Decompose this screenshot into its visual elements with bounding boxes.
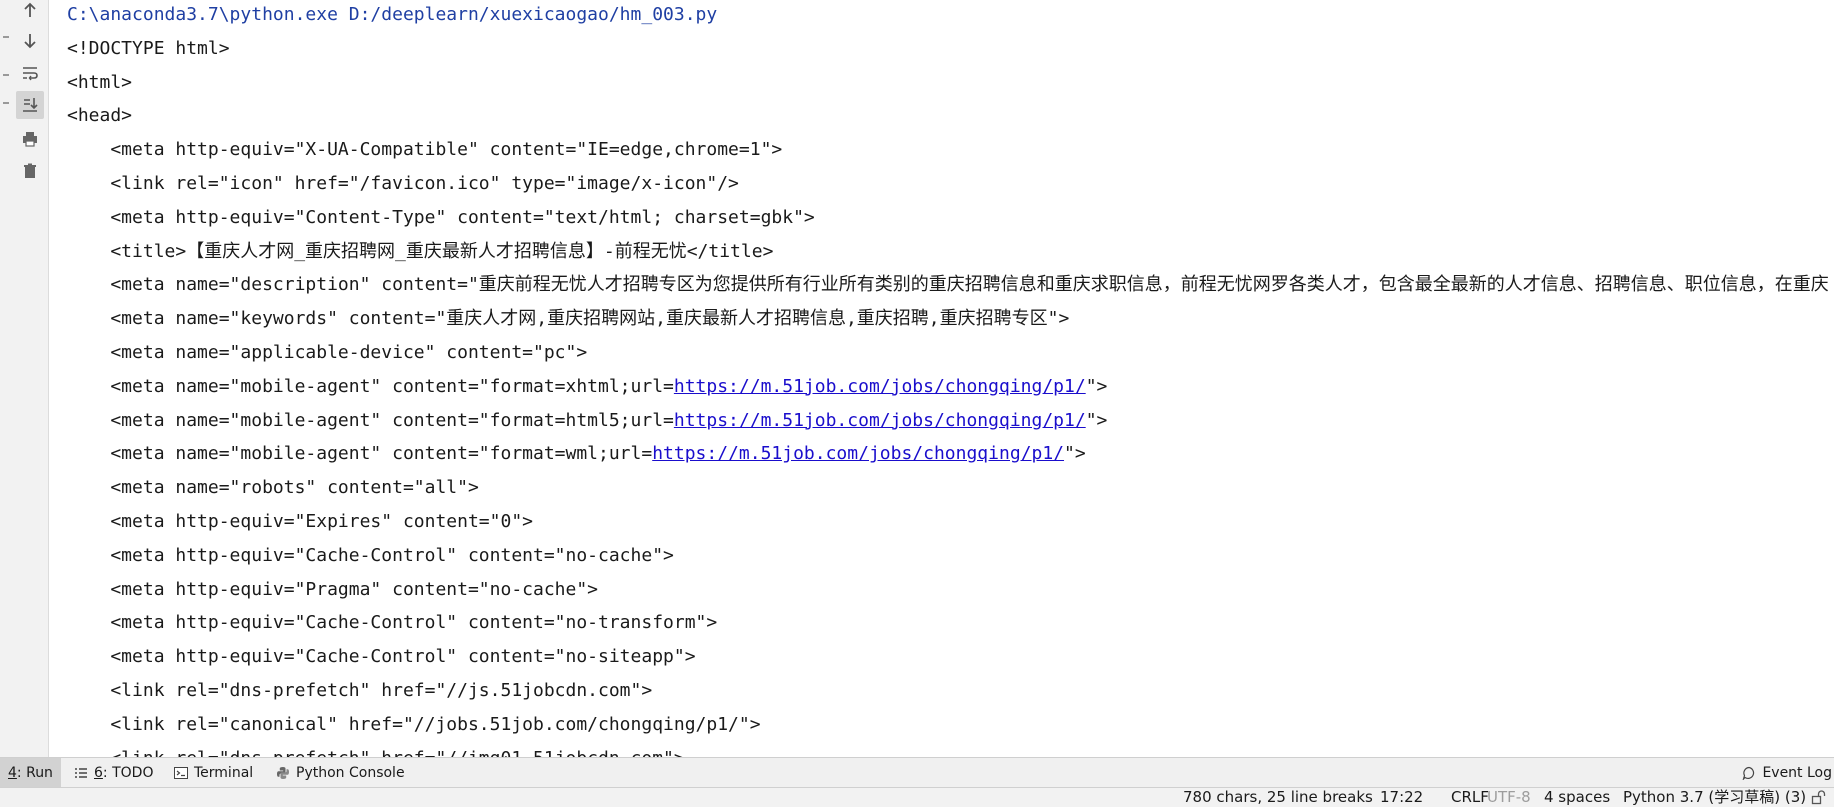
console-line-text: <meta http-equiv="Pragma" content="no-ca…: [67, 578, 599, 600]
console-url-link[interactable]: https://m.51job.com/jobs/chongqing/p1/: [674, 376, 1086, 397]
console-output-line: <link rel="icon" href="/favicon.ico" typ…: [67, 167, 1829, 201]
scroll-to-end-icon: [23, 98, 38, 112]
console-line-text: <meta name="mobile-agent" content="forma…: [67, 409, 674, 431]
console-line-text: <title>【重庆人才网_重庆招聘网_重庆最新人才招聘信息】-前程无忧</ti…: [67, 240, 774, 262]
clear-all-button[interactable]: [16, 157, 44, 185]
console-line-text: <meta http-equiv="Cache-Control" content…: [67, 612, 718, 634]
console-line-text: <link rel="dns-prefetch" href="//js.51jo…: [67, 679, 653, 701]
console-output-line: <meta name="applicable-device" content="…: [67, 336, 1829, 370]
event-log-tool-tab[interactable]: Event Log: [1742, 758, 1834, 787]
console-line-text: <meta name="description" content="重庆前程无忧…: [67, 274, 1829, 296]
up-button[interactable]: [16, 0, 44, 24]
todo-tab-mnemonic: 6: [94, 764, 103, 781]
console-url-link[interactable]: https://m.51job.com/jobs/chongqing/p1/: [674, 410, 1086, 431]
console-command-line: C:\anaconda3.7\python.exe D:/deeplearn/x…: [67, 0, 1829, 32]
down-button[interactable]: [16, 27, 44, 55]
print-button[interactable]: [16, 125, 44, 153]
console-output-line: <meta name="robots" content="all">: [67, 471, 1829, 505]
console-output-line: <link rel="canonical" href="//jobs.51job…: [67, 708, 1829, 742]
gutter-mark: [3, 36, 9, 38]
lock-icon[interactable]: [1811, 790, 1827, 809]
status-bar: 780 chars, 25 line breaks 17:22 CRLF UTF…: [0, 787, 1834, 807]
tool-window-bar: 4: Run 6: TODO Terminal Python Console E…: [0, 757, 1834, 787]
console-output-line: <meta name="keywords" content="重庆人才网,重庆招…: [67, 302, 1829, 336]
list-icon: [75, 767, 87, 778]
console-line-text: <head>: [67, 105, 133, 127]
console-line-text: <meta http-equiv="X-UA-Compatible" conte…: [67, 139, 783, 161]
console-output-line: <meta http-equiv="Cache-Control" content…: [67, 539, 1829, 573]
run-tab-mnemonic: 4: [8, 764, 17, 781]
console-line-text: <link rel="canonical" href="//jobs.51job…: [67, 713, 761, 735]
run-console-output[interactable]: C:\anaconda3.7\python.exe D:/deeplearn/x…: [49, 0, 1834, 757]
python-interpreter[interactable]: Python 3.7 (学习草稿) (3): [1623, 788, 1806, 807]
console-output-line: <meta http-equiv="Content-Type" content=…: [67, 201, 1829, 235]
console-lines: C:\anaconda3.7\python.exe D:/deeplearn/x…: [67, 0, 1829, 757]
console-line-text: <meta name="applicable-device" content="…: [67, 341, 588, 363]
console-line-text: <meta name="mobile-agent" content="forma…: [67, 375, 674, 397]
python-console-tool-tab[interactable]: Python Console: [276, 758, 405, 787]
console-output-line: <meta http-equiv="Cache-Control" content…: [67, 640, 1829, 674]
gutter-mark: [3, 102, 9, 104]
console-output-line: <title>【重庆人才网_重庆招聘网_重庆最新人才招聘信息】-前程无忧</ti…: [67, 235, 1829, 269]
console-line-text: <meta name="robots" content="all">: [67, 477, 479, 499]
soft-wrap-button[interactable]: [16, 59, 44, 87]
console-output-line: <meta name="description" content="重庆前程无忧…: [67, 268, 1829, 302]
python-console-tab-label: Python Console: [296, 764, 405, 781]
console-line-text: C:\anaconda3.7\python.exe D:/deeplearn/x…: [67, 4, 718, 25]
console-output-line: <meta http-equiv="Expires" content="0">: [67, 505, 1829, 539]
selection-info: 780 chars, 25 line breaks: [1183, 788, 1373, 806]
console-url-link[interactable]: https://m.51job.com/jobs/chongqing/p1/: [652, 443, 1064, 464]
console-output-line: <meta name="mobile-agent" content="forma…: [67, 437, 1829, 471]
python-icon: [277, 766, 289, 779]
console-output-line: <link rel="dns-prefetch" href="//img01.5…: [67, 742, 1829, 757]
console-line-text: <html>: [67, 71, 133, 93]
scroll-to-end-button[interactable]: [16, 91, 44, 119]
terminal-tool-tab[interactable]: Terminal: [174, 758, 253, 787]
run-tool-tab[interactable]: 4: Run: [0, 758, 61, 787]
caret-position[interactable]: 17:22: [1380, 788, 1423, 807]
indent-setting[interactable]: 4 spaces: [1544, 788, 1610, 807]
event-log-tab-label: Event Log: [1762, 764, 1832, 781]
arrow-down-icon: [24, 34, 36, 49]
terminal-icon: [174, 766, 188, 779]
line-separator[interactable]: CRLF: [1451, 788, 1489, 807]
console-line-text: <meta http-equiv="Content-Type" content=…: [67, 206, 815, 228]
gutter-mark: [3, 74, 9, 76]
arrow-up-icon: [24, 2, 36, 17]
console-line-text-after: ">: [1064, 443, 1086, 465]
console-line-text: <link rel="icon" href="/favicon.ico" typ…: [67, 172, 739, 194]
console-line-text: <meta http-equiv="Cache-Control" content…: [67, 544, 674, 566]
console-line-text: <meta name="mobile-agent" content="forma…: [67, 443, 653, 465]
soft-wrap-icon: [23, 67, 38, 81]
console-output-line: <!DOCTYPE html>: [67, 32, 1829, 66]
console-line-text: <link rel="dns-prefetch" href="//img01.5…: [67, 748, 684, 757]
console-output-line: <link rel="dns-prefetch" href="//js.51jo…: [67, 674, 1829, 708]
console-output-line: <head>: [67, 99, 1829, 133]
console-line-text: <meta http-equiv="Cache-Control" content…: [67, 646, 696, 668]
console-line-text: <meta name="keywords" content="重庆人才网,重庆招…: [67, 308, 1070, 330]
console-output-line: <meta http-equiv="Pragma" content="no-ca…: [67, 573, 1829, 607]
console-line-text-after: ">: [1085, 375, 1108, 397]
file-encoding[interactable]: UTF-8: [1487, 788, 1531, 807]
console-line-text: <meta http-equiv="Expires" content="0">: [67, 510, 533, 532]
console-output-line: <meta http-equiv="Cache-Control" content…: [67, 606, 1829, 640]
todo-tool-tab[interactable]: 6: TODO: [74, 758, 153, 787]
run-tab-label: : Run: [16, 764, 53, 781]
console-output-line: <meta name="mobile-agent" content="forma…: [67, 404, 1829, 438]
trash-icon: [24, 163, 36, 178]
run-toolbar: [12, 0, 49, 757]
terminal-tab-label: Terminal: [194, 764, 254, 781]
print-icon: [23, 132, 37, 147]
console-output-line: <html>: [67, 66, 1829, 100]
console-output-line: <meta name="mobile-agent" content="forma…: [67, 370, 1829, 404]
event-log-icon: [1743, 766, 1755, 780]
console-output-line: <meta http-equiv="X-UA-Compatible" conte…: [67, 133, 1829, 167]
todo-tab-label: : TODO: [102, 764, 154, 781]
console-line-text-after: ">: [1085, 409, 1108, 431]
console-line-text: <!DOCTYPE html>: [67, 37, 230, 59]
